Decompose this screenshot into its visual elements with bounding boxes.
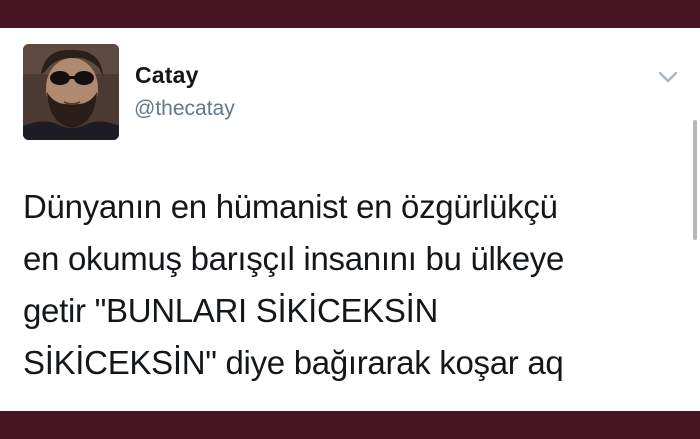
bottom-border: [0, 411, 700, 439]
scrollbar[interactable]: [693, 120, 697, 240]
tweet-text-line: getir "BUNLARI SİKİCEKSİN: [23, 292, 439, 329]
profile-photo-icon: [23, 44, 119, 140]
author-display-name[interactable]: Catay: [135, 62, 199, 89]
top-border: [0, 0, 700, 28]
tweet-card: Catay @thecatay Dünyanın en hümanist en …: [0, 28, 700, 411]
tweet-text-line: en okumuş barışçıl insanını bu ülkeye: [23, 240, 565, 277]
author-handle[interactable]: @thecatay: [134, 97, 235, 121]
chevron-down-icon[interactable]: [657, 68, 679, 86]
tweet-text-line: SİKİCEKSİN" diye bağırarak koşar aq: [23, 344, 564, 381]
tweet-text-line: Dünyanın en hümanist en özgürlükçü: [23, 188, 558, 225]
avatar[interactable]: [23, 44, 119, 140]
tweet-text: Dünyanın en hümanist en özgürlükçü en ok…: [23, 181, 683, 389]
